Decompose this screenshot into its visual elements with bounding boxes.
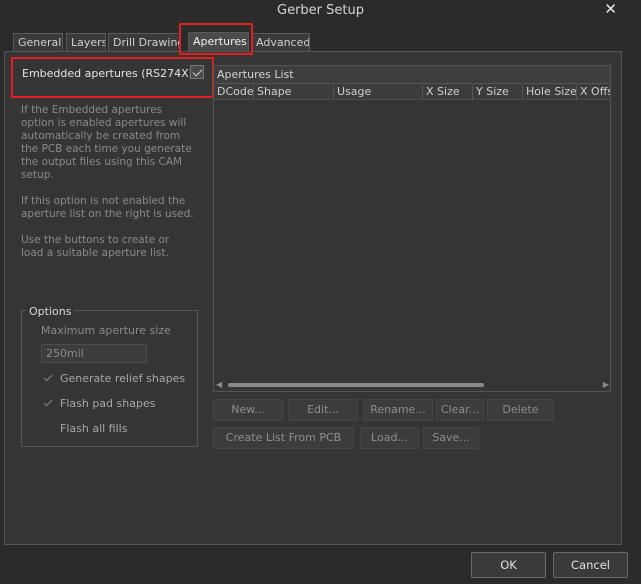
load-button[interactable]: Load... [360, 427, 419, 449]
tab-advanced[interactable]: Advanced [251, 33, 310, 52]
flash-pad-checkbox[interactable] [43, 398, 54, 409]
create-list-from-pcb-button[interactable]: Create List From PCB [213, 427, 354, 449]
apertures-horizontal-scrollbar[interactable]: ◀ ▶ [216, 380, 609, 390]
scrollbar-thumb[interactable] [228, 383, 484, 387]
options-legend: Options [26, 305, 75, 318]
help-text-list: If this option is not enabled the apertu… [21, 195, 194, 220]
close-icon[interactable]: ✕ [604, 0, 617, 18]
column-shape[interactable]: Shape [254, 85, 334, 100]
apertures-table[interactable]: DCode Shape Usage X Size Y Size Hole Siz… [213, 84, 611, 392]
column-dcode[interactable]: DCode [214, 85, 254, 100]
embedded-apertures-label: Embedded apertures (RS274X) [22, 67, 193, 80]
cancel-button[interactable]: Cancel [553, 552, 628, 578]
save-button[interactable]: Save... [423, 427, 479, 449]
edit-button[interactable]: Edit... [288, 399, 358, 421]
column-usage[interactable]: Usage [334, 85, 423, 100]
tab-drill-drawing[interactable]: Drill Drawing [108, 33, 181, 52]
column-x-size[interactable]: X Size [423, 85, 473, 100]
help-text-embedded: If the Embedded apertures option is enab… [21, 104, 192, 181]
embedded-apertures-checkbox[interactable] [190, 65, 204, 79]
embedded-apertures-row[interactable]: Embedded apertures (RS274X) [14, 62, 210, 86]
generate-relief-label: Generate relief shapes [60, 372, 186, 385]
column-y-size[interactable]: Y Size [473, 85, 523, 100]
delete-button[interactable]: Delete [487, 399, 554, 421]
apertures-column-header-row: DCode Shape Usage X Size Y Size Hole Siz… [214, 84, 610, 100]
apertures-list-header: Apertures List [213, 65, 611, 84]
flash-pad-label: Flash pad shapes [60, 397, 156, 410]
new-button[interactable]: New... [213, 399, 283, 421]
tab-layers[interactable]: Layers [66, 33, 106, 52]
column-x-offset[interactable]: X Offs [577, 85, 610, 100]
help-text-buttons: Use the buttons to create or load a suit… [21, 234, 170, 259]
title-bar: Gerber Setup ✕ [0, 0, 641, 24]
tab-apertures[interactable]: Apertures [188, 32, 249, 52]
ok-button[interactable]: OK [471, 552, 546, 578]
column-hole-size[interactable]: Hole Size [523, 85, 577, 100]
flash-fills-label: Flash all fills [60, 422, 128, 435]
max-aperture-size-label: Maximum aperture size [41, 324, 171, 337]
scroll-left-icon[interactable]: ◀ [216, 380, 222, 389]
clear-button[interactable]: Clear... [436, 399, 484, 421]
rename-button[interactable]: Rename... [363, 399, 433, 421]
generate-relief-checkbox[interactable] [43, 373, 54, 384]
max-aperture-size-input[interactable]: 250mil [41, 344, 147, 363]
tab-general[interactable]: General [13, 33, 63, 52]
flash-fills-checkbox[interactable] [43, 423, 54, 434]
window-title: Gerber Setup [277, 3, 364, 18]
scroll-right-icon[interactable]: ▶ [603, 380, 609, 389]
